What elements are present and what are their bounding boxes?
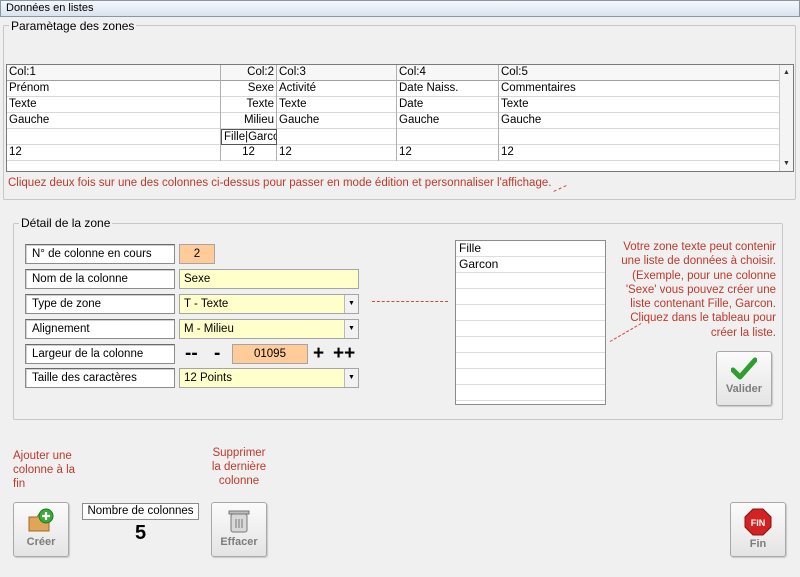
grid-header-col3[interactable]: Col:3: [277, 65, 397, 81]
col-width-field: 01095: [232, 344, 308, 364]
checkmark-icon: [731, 357, 757, 380]
window-title: Données en listes: [0, 0, 800, 17]
list-item[interactable]: [456, 369, 605, 385]
grid-header-col4[interactable]: Col:4: [397, 65, 499, 81]
grid-cell[interactable]: Prénom: [7, 81, 221, 97]
list-values-box[interactable]: Fille Garcon: [455, 240, 606, 405]
finish-label: Fin: [749, 538, 767, 550]
width-decrease-large-button[interactable]: --: [185, 344, 198, 363]
width-increase-large-button[interactable]: ++: [333, 344, 355, 363]
list-item[interactable]: [456, 337, 605, 353]
grid-row-align[interactable]: Gauche Milieu Gauche Gauche Gauche: [7, 113, 781, 129]
grid-cell[interactable]: Gauche: [277, 113, 397, 129]
grid-cell[interactable]: Activité: [277, 81, 397, 97]
trash-icon: [228, 510, 250, 533]
delete-label: Effacer: [220, 536, 258, 548]
col-name-label: Nom de la colonne: [25, 269, 175, 289]
alignment-select[interactable]: M - Milieu ▼: [179, 319, 359, 339]
font-size-label: Taille des caractères: [25, 368, 175, 388]
grid-cell[interactable]: Gauche: [499, 113, 781, 129]
grid-row-font[interactable]: 12 12 12 12 12: [7, 145, 781, 161]
grid-cell[interactable]: Gauche: [7, 113, 221, 129]
grid-row-name[interactable]: Prénom Sexe Activité Date Naiss. Comment…: [7, 81, 781, 97]
width-decrease-button[interactable]: -: [214, 344, 220, 363]
grid-cell[interactable]: Texte: [7, 97, 221, 113]
list-item[interactable]: Garcon: [456, 257, 605, 273]
columns-grid[interactable]: Col:1 Col:2 Col:3 Col:4 Col:5 Prénom Sex…: [6, 64, 794, 172]
grid-header-col2[interactable]: Col:2: [221, 65, 277, 81]
finish-button[interactable]: FIN Fin: [730, 502, 786, 557]
zone-type-label: Type de zone: [25, 294, 175, 314]
grid-header-row: Col:1 Col:2 Col:3 Col:4 Col:5: [7, 65, 781, 81]
grid-cell[interactable]: Texte: [499, 97, 781, 113]
width-increase-button[interactable]: +: [313, 344, 324, 363]
zone-type-value: T - Texte: [184, 298, 229, 310]
alignment-value: M - Milieu: [184, 323, 234, 335]
list-item[interactable]: [456, 289, 605, 305]
add-folder-icon: [28, 508, 54, 532]
delete-column-button[interactable]: Effacer: [211, 502, 267, 557]
grid-cell[interactable]: 12: [499, 145, 781, 161]
list-item[interactable]: [456, 305, 605, 321]
zones-group-label: Paramètage des zones: [9, 19, 137, 33]
create-column-button[interactable]: Créer: [13, 502, 69, 557]
list-item[interactable]: Fille: [456, 241, 605, 257]
grid-cell[interactable]: Sexe: [221, 81, 277, 97]
stop-sign-text: FIN: [751, 518, 766, 528]
grid-row-list[interactable]: Fille|Garcon: [7, 129, 781, 145]
dropdown-arrow-icon[interactable]: ▼: [344, 369, 358, 387]
list-item[interactable]: [456, 353, 605, 369]
type-to-list-dashed-line: [372, 301, 448, 302]
dropdown-arrow-icon[interactable]: ▼: [344, 295, 358, 313]
grid-header-col1[interactable]: Col:1: [7, 65, 221, 81]
grid-hint-text: Cliquez deux fois sur une des colonnes c…: [8, 177, 552, 189]
grid-cell[interactable]: 12: [221, 145, 277, 161]
grid-cell[interactable]: [277, 129, 397, 145]
create-label: Créer: [26, 536, 56, 548]
col-num-label: N° de colonne en cours: [25, 244, 175, 264]
grid-cell[interactable]: Texte: [221, 97, 277, 113]
font-size-value: 12 Points: [184, 372, 232, 384]
grid-cell[interactable]: Milieu: [221, 113, 277, 129]
scroll-down-arrow-icon[interactable]: ▼: [780, 157, 793, 170]
font-size-select[interactable]: 12 Points ▼: [179, 368, 359, 388]
add-column-hint: Ajouter une colonne à la fin: [13, 450, 76, 490]
grid-cell[interactable]: Gauche: [397, 113, 499, 129]
validate-label: Valider: [725, 383, 763, 395]
grid-cell[interactable]: [7, 129, 221, 145]
grid-row-type[interactable]: Texte Texte Texte Date Texte: [7, 97, 781, 113]
stop-sign-icon: FIN: [744, 508, 772, 536]
col-num-field: 2: [179, 244, 215, 264]
validate-button[interactable]: Valider: [716, 351, 772, 406]
list-item[interactable]: [456, 385, 605, 401]
list-item[interactable]: [456, 321, 605, 337]
detail-group-label: Détail de la zone: [19, 216, 113, 230]
column-count-label: Nombre de colonnes: [82, 503, 199, 520]
alignment-label: Alignement: [25, 319, 175, 339]
list-item[interactable]: [456, 273, 605, 289]
grid-cell[interactable]: 12: [7, 145, 221, 161]
delete-column-hint: Supprimer la dernière colonne: [211, 447, 267, 487]
grid-cell[interactable]: Date Naiss.: [397, 81, 499, 97]
grid-vertical-scrollbar[interactable]: ▲ ▼: [779, 65, 793, 171]
zone-type-select[interactable]: T - Texte ▼: [179, 294, 359, 314]
grid-cell[interactable]: [499, 129, 781, 145]
grid-cell-list[interactable]: Fille|Garcon: [221, 129, 277, 145]
column-count-value: 5: [134, 522, 147, 544]
dropdown-arrow-icon[interactable]: ▼: [344, 320, 358, 338]
grid-cell[interactable]: 12: [397, 145, 499, 161]
grid-cell[interactable]: 12: [277, 145, 397, 161]
grid-cell[interactable]: Date: [397, 97, 499, 113]
grid-cell[interactable]: [397, 129, 499, 145]
grid-header-col5[interactable]: Col:5: [499, 65, 781, 81]
grid-cell[interactable]: Texte: [277, 97, 397, 113]
col-width-label: Largeur de la colonne: [25, 344, 175, 364]
col-name-input[interactable]: Sexe: [179, 269, 359, 289]
scroll-up-arrow-icon[interactable]: ▲: [780, 66, 793, 79]
grid-cell[interactable]: Commentaires: [499, 81, 781, 97]
